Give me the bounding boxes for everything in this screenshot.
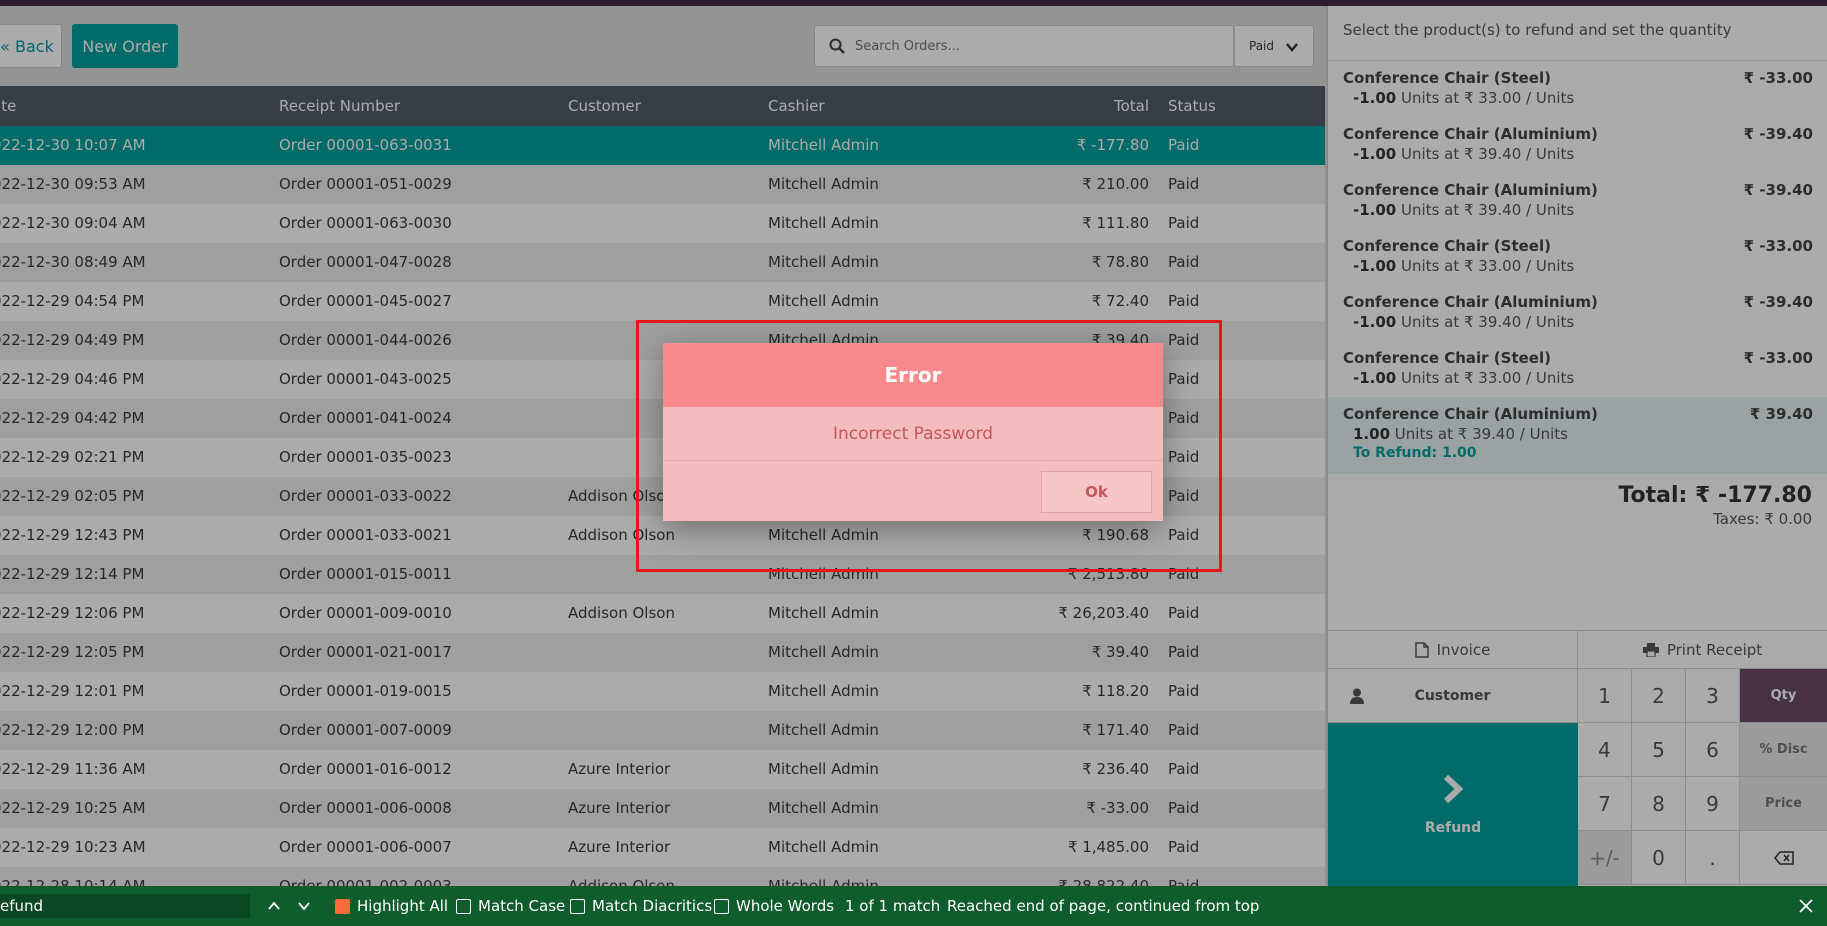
find-bar: Highlight All Match Case Match Diacritic… — [0, 886, 1827, 926]
match-case-label: Match Case — [478, 897, 566, 915]
close-icon[interactable] — [1799, 899, 1813, 913]
whole-words-label: Whole Words — [736, 897, 835, 915]
checkbox-icon — [456, 898, 471, 914]
match-count: 1 of 1 match — [845, 897, 941, 915]
find-input[interactable] — [0, 894, 250, 918]
highlight-box — [636, 320, 1222, 572]
checkbox-checked-icon — [335, 898, 350, 914]
match-diacritics-toggle[interactable]: Match Diacritics — [570, 897, 712, 915]
chevron-down-icon[interactable] — [296, 898, 312, 914]
highlight-all-label: Highlight All — [357, 897, 449, 915]
find-status: Reached end of page, continued from top — [947, 897, 1260, 915]
match-case-toggle[interactable]: Match Case — [456, 897, 565, 915]
match-diacritics-label: Match Diacritics — [592, 897, 713, 915]
whole-words-toggle[interactable]: Whole Words — [714, 897, 834, 915]
chevron-up-icon[interactable] — [266, 898, 282, 914]
highlight-all-toggle[interactable]: Highlight All — [335, 897, 448, 915]
checkbox-icon — [570, 898, 585, 914]
checkbox-icon — [714, 898, 729, 914]
